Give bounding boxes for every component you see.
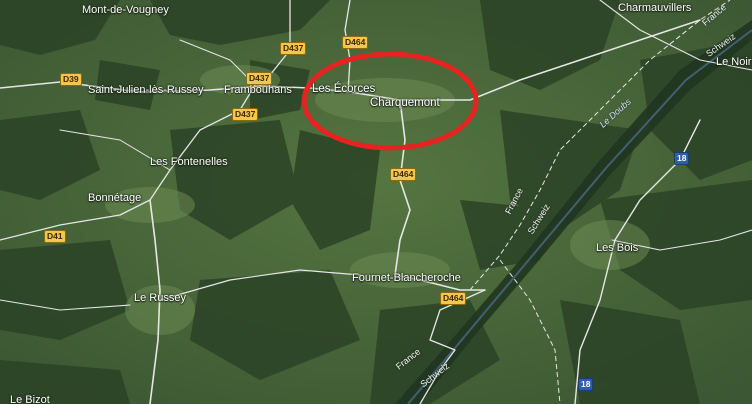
place-frambouhans: Frambouhans <box>224 84 292 96</box>
place-fournet-blancheroche: Fournet-Blancheroche <box>352 272 461 284</box>
place-le-russey: Le Russey <box>134 292 186 304</box>
road-shield-d464: D464 <box>390 168 417 181</box>
satellite-map[interactable]: Mont-de-Vougney Charmauvillers Saint-Jul… <box>0 0 752 404</box>
place-charmauvillers: Charmauvillers <box>618 2 692 14</box>
place-le-noirmont: Le Noir <box>716 56 752 68</box>
place-saint-julien-les-russey: Saint-Julien-lès-Russey <box>88 84 204 96</box>
road-shield-d464: D464 <box>440 292 467 305</box>
place-bonnetage: Bonnétage <box>88 192 142 204</box>
place-le-bizot: Le Bizot <box>10 394 50 404</box>
road-shield-d39: D39 <box>60 73 82 86</box>
place-charquemont: Charquemont <box>370 97 440 109</box>
place-mont-de-vougney: Mont-de-Vougney <box>82 4 169 16</box>
road-shield-18: 18 <box>674 152 690 165</box>
road-shield-d437: D437 <box>246 72 273 85</box>
place-les-ecorces: Les Écorces <box>312 83 376 95</box>
road-shield-d41: D41 <box>44 230 66 243</box>
place-les-bois: Les Bois <box>596 242 639 254</box>
road-shield-d437: D437 <box>280 42 307 55</box>
road-shield-d464: D464 <box>342 36 369 49</box>
place-les-fontenelles: Les Fontenelles <box>150 156 228 168</box>
road-shield-d437: D437 <box>232 108 259 121</box>
road-shield-18: 18 <box>578 378 594 391</box>
